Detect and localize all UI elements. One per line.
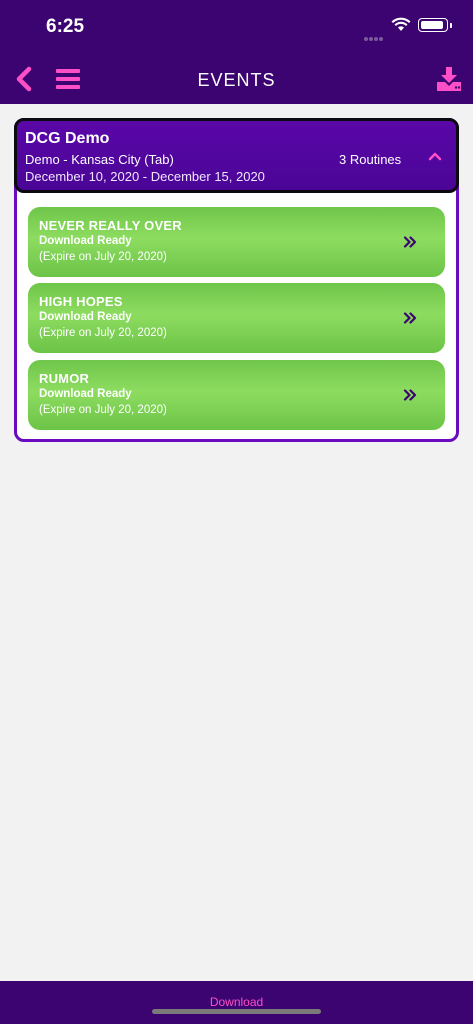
- event-card: DCG Demo Demo - Kansas City (Tab) 3 Rout…: [14, 118, 459, 442]
- double-chevron-right-icon[interactable]: [403, 312, 417, 324]
- event-dates: December 10, 2020 - December 15, 2020: [25, 169, 265, 184]
- status-bar: 6:25: [0, 0, 473, 54]
- routine-item[interactable]: RUMOR Download Ready (Expire on July 20,…: [28, 360, 445, 430]
- event-title: DCG Demo: [25, 130, 110, 147]
- routine-count: 3 Routines: [339, 152, 402, 167]
- event-header[interactable]: DCG Demo Demo - Kansas City (Tab) 3 Rout…: [14, 118, 459, 193]
- cellular-signal-icon: [364, 28, 384, 46]
- home-indicator: [152, 1009, 321, 1014]
- chevron-up-icon[interactable]: [428, 151, 442, 161]
- routine-item[interactable]: HIGH HOPES Download Ready (Expire on Jul…: [28, 283, 445, 353]
- bottom-tab-bar: Download: [0, 981, 473, 1024]
- wifi-icon: [391, 17, 411, 31]
- routine-expiry: (Expire on July 20, 2020): [39, 251, 167, 263]
- routine-status: Download Ready: [39, 235, 132, 247]
- routine-status: Download Ready: [39, 388, 132, 400]
- tab-download[interactable]: Download: [0, 995, 473, 1009]
- page-title: EVENTS: [197, 70, 276, 90]
- routine-item[interactable]: NEVER REALLY OVER Download Ready (Expire…: [28, 207, 445, 277]
- nav-bar: EVENTS: [0, 54, 473, 104]
- download-tray-icon[interactable]: [436, 66, 462, 92]
- event-location: Demo - Kansas City (Tab): [25, 152, 174, 167]
- routine-expiry: (Expire on July 20, 2020): [39, 404, 167, 416]
- double-chevron-right-icon[interactable]: [403, 389, 417, 401]
- routine-status: Download Ready: [39, 311, 132, 323]
- status-time: 6:25: [46, 16, 85, 37]
- routine-name: HIGH HOPES: [39, 294, 123, 309]
- app-header: 6:25 EVENTS: [0, 0, 473, 104]
- battery-icon: [418, 18, 452, 32]
- routine-name: RUMOR: [39, 371, 90, 386]
- routine-expiry: (Expire on July 20, 2020): [39, 327, 167, 339]
- double-chevron-right-icon[interactable]: [403, 236, 417, 248]
- routine-name: NEVER REALLY OVER: [39, 218, 182, 233]
